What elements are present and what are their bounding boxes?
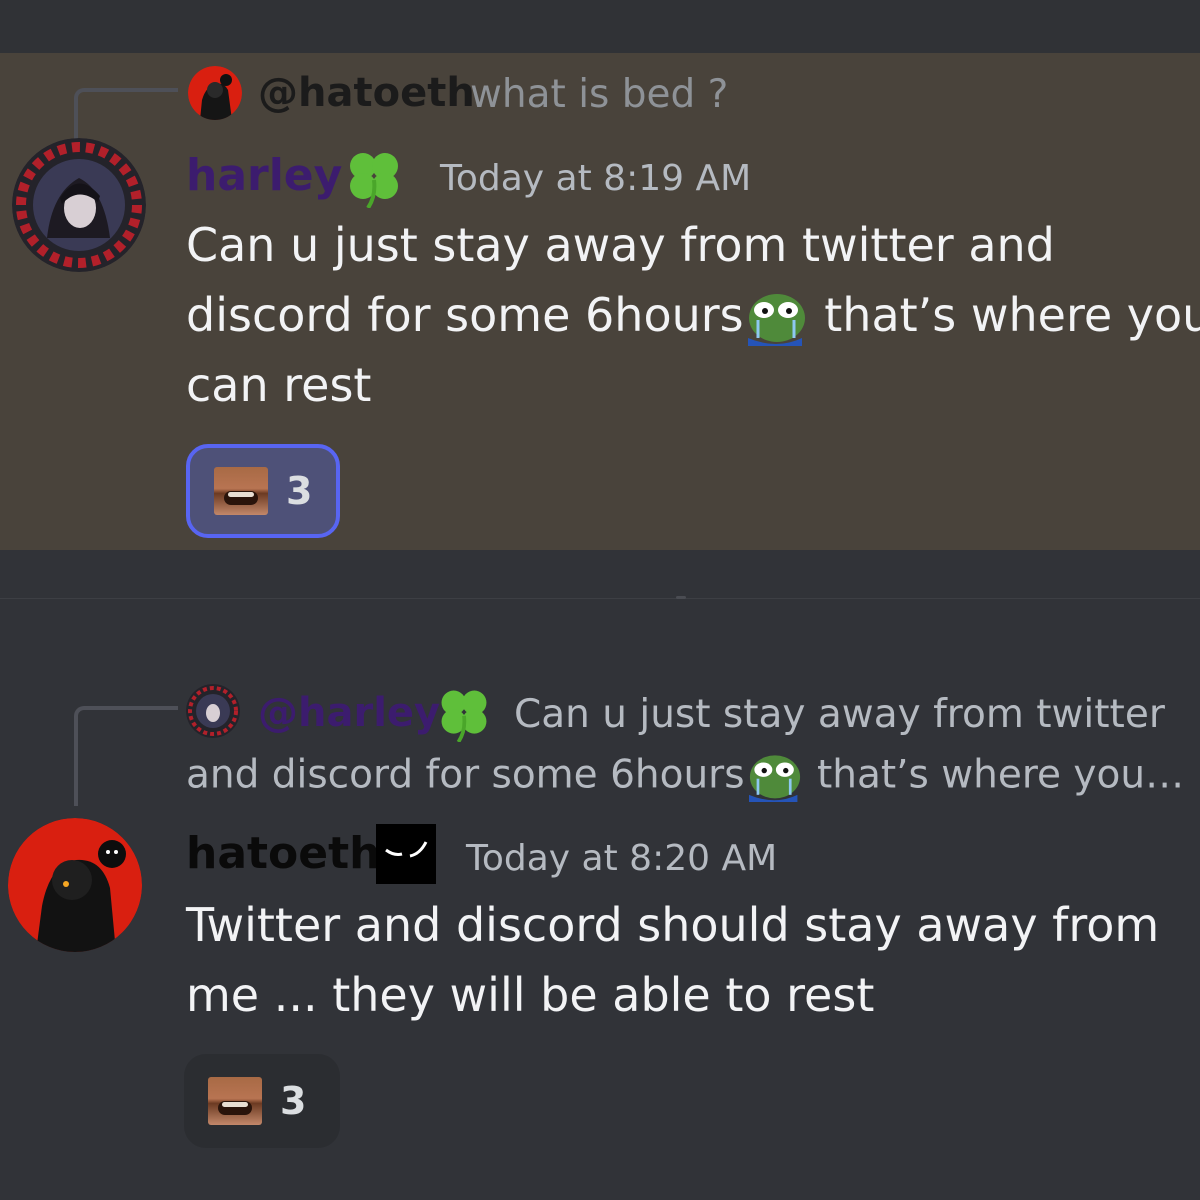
reply-preview-text[interactable]: and discord for some 6hours that’s where… (186, 750, 1184, 804)
reaction-button-selected[interactable]: 3 (186, 444, 340, 538)
timestamp: Today at 8:19 AM (440, 158, 752, 199)
message-text-line: can rest (186, 358, 372, 412)
message-text-line: discord for some 6hours that’s where you (186, 288, 1200, 349)
clover-icon (342, 146, 406, 212)
sad-pepe-emoji (745, 750, 805, 804)
reply-preview-segment: and discord for some 6hours (186, 752, 745, 798)
avatar-harley[interactable] (12, 138, 146, 272)
reply-preview-text[interactable]: what is bed ? (470, 72, 728, 117)
reply-spine (74, 706, 178, 806)
author-name[interactable]: harley (186, 150, 342, 201)
message-text-segment: discord for some 6hours (186, 288, 744, 342)
reply-author[interactable]: @harley (258, 690, 440, 736)
message-text-line: me ... they will be able to rest (186, 968, 875, 1022)
timestamp: Today at 8:20 AM (466, 838, 778, 879)
reaction-button[interactable]: 3 (184, 1054, 340, 1148)
separator (0, 598, 1200, 599)
reply-avatar-hatoeth[interactable] (188, 66, 242, 120)
author-name[interactable]: hatoeth (186, 828, 380, 879)
sad-pepe-emoji (744, 288, 810, 349)
reply-spine (74, 88, 178, 146)
reply-preview-text[interactable]: Can u just stay away from twitter (514, 692, 1165, 737)
message-text-line: Can u just stay away from twitter and (186, 218, 1055, 272)
reply-avatar-harley[interactable] (186, 684, 240, 738)
laughing-face-emoji (214, 467, 268, 515)
separator-mark (676, 596, 686, 599)
reaction-count: 3 (280, 1079, 307, 1123)
message-text-line: Twitter and discord should stay away fro… (186, 898, 1160, 952)
top-bar (0, 0, 1200, 53)
avatar-hatoeth[interactable] (8, 818, 142, 952)
clover-icon (434, 684, 494, 746)
reaction-count: 3 (286, 469, 313, 513)
evil-eyes-icon (376, 824, 436, 884)
reply-author[interactable]: @hatoeth (258, 70, 475, 116)
laughing-face-emoji (208, 1077, 262, 1125)
reply-preview-segment: that’s where you… (816, 752, 1185, 798)
message-text-segment: that’s where you (824, 288, 1200, 342)
